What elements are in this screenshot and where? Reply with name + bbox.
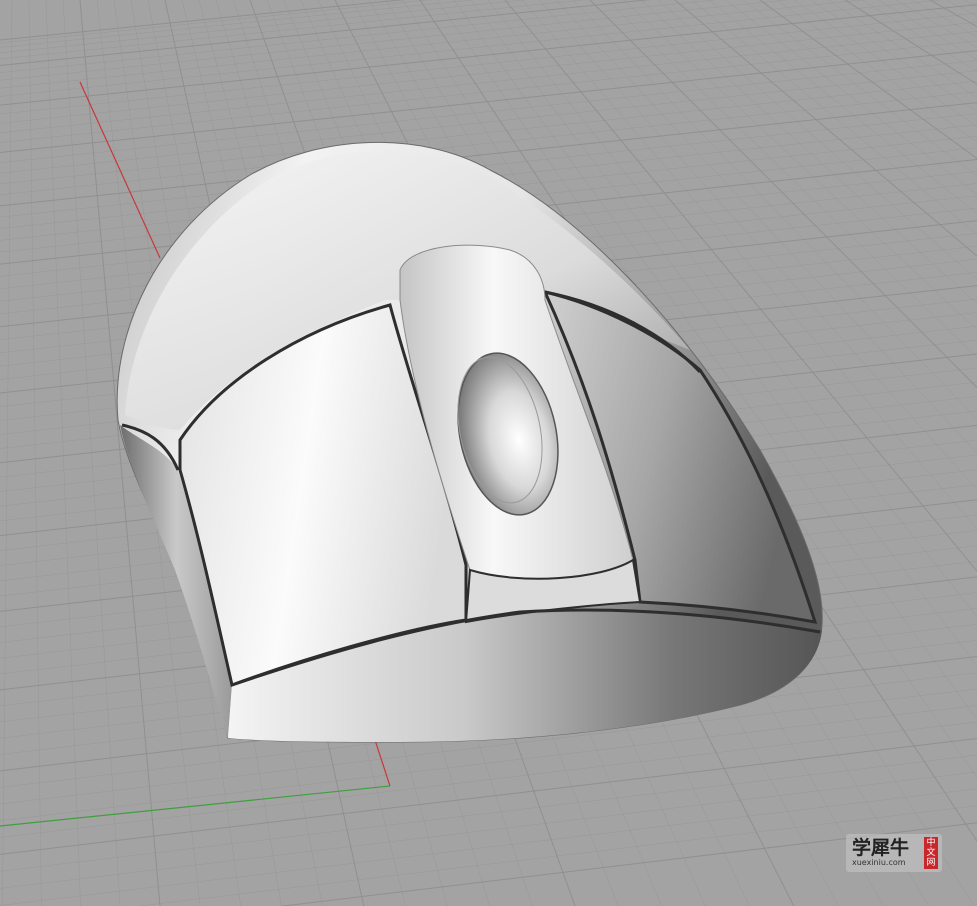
watermark-url: xuexiniu.com — [852, 858, 906, 867]
watermark-tag-char: 文 — [926, 848, 936, 858]
watermark-tag: 中 文 网 — [924, 837, 938, 869]
watermark-tag-char: 网 — [926, 858, 936, 868]
watermark-tag-char: 中 — [926, 838, 936, 848]
site-watermark: 学犀牛 xuexiniu.com 中 文 网 — [846, 834, 942, 872]
watermark-main-text: 学犀牛 — [852, 837, 910, 859]
perspective-viewport[interactable]: 学犀牛 xuexiniu.com 中 文 网 — [0, 0, 977, 906]
